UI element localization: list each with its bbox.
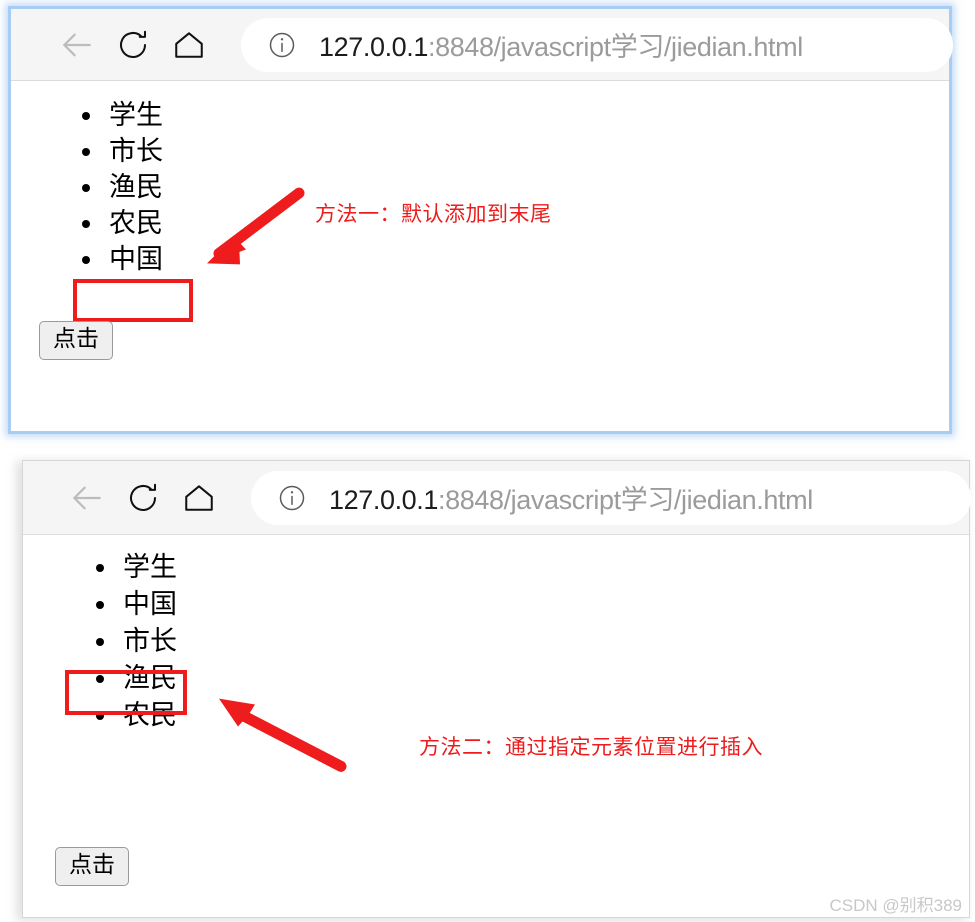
url-host: 127.0.0.1 <box>329 485 439 515</box>
home-button[interactable] <box>171 470 227 526</box>
address-bar[interactable]: 127.0.0.1:8848/javascript学习/jiedian.html <box>251 470 971 525</box>
info-circle-icon[interactable] <box>267 30 297 60</box>
arrow-left-icon <box>68 479 106 517</box>
list-item: 农民 <box>105 206 163 242</box>
back-button[interactable] <box>49 17 105 73</box>
reload-button[interactable] <box>115 470 171 526</box>
url-path: :8848/javascript学习/jiedian.html <box>428 32 803 62</box>
url-host: 127.0.0.1 <box>319 32 429 62</box>
click-button[interactable]: 点击 <box>39 321 113 361</box>
reload-icon <box>115 27 151 63</box>
browser-toolbar: 127.0.0.1:8848/javascript学习/jiedian.html <box>23 461 971 535</box>
reload-button[interactable] <box>105 17 161 73</box>
list-item: 学生 <box>105 98 163 134</box>
list-item: 渔民 <box>105 170 163 206</box>
list-item: 市长 <box>119 623 177 660</box>
address-bar[interactable]: 127.0.0.1:8848/javascript学习/jiedian.html <box>241 17 953 72</box>
list-item: 农民 <box>119 697 177 734</box>
list-item-highlighted: 中国 <box>119 586 177 623</box>
info-circle-icon[interactable] <box>277 483 307 513</box>
item-list: 学生 中国 市长 渔民 农民 <box>95 549 177 734</box>
arrow-icon <box>207 187 305 265</box>
item-list: 学生 市长 渔民 农民 中国 <box>81 98 163 278</box>
annotation-label: 方法一：默认添加到末尾 <box>315 202 552 226</box>
list-item: 学生 <box>119 549 177 586</box>
highlight-box <box>73 279 193 322</box>
back-button[interactable] <box>59 470 115 526</box>
browser-window-method-one: 127.0.0.1:8848/javascript学习/jiedian.html… <box>8 6 953 434</box>
list-item: 渔民 <box>119 660 177 697</box>
reload-icon <box>125 480 161 516</box>
arrow-left-icon <box>58 26 96 64</box>
watermark: CSDN @别积389 <box>829 896 962 915</box>
annotation-label: 方法二：通过指定元素位置进行插入 <box>419 735 763 759</box>
url-path: :8848/javascript学习/jiedian.html <box>438 485 813 515</box>
home-icon <box>171 27 207 63</box>
address-bar-url: 127.0.0.1:8848/javascript学习/jiedian.html <box>329 478 813 517</box>
browser-toolbar: 127.0.0.1:8848/javascript学习/jiedian.html <box>11 9 953 81</box>
browser-window-method-two: 127.0.0.1:8848/javascript学习/jiedian.html… <box>22 460 971 918</box>
page-viewport: 学生 市长 渔民 农民 中国 方法一：默认添加到末尾 点击 <box>11 81 949 430</box>
home-icon <box>181 480 217 516</box>
home-button[interactable] <box>161 17 217 73</box>
list-item: 市长 <box>105 134 163 170</box>
page-viewport: 学生 中国 市长 渔民 农民 方法二：通过指定元素位置进行插入 点击 <box>23 535 969 916</box>
click-button[interactable]: 点击 <box>55 847 129 887</box>
list-item-highlighted: 中国 <box>105 242 163 278</box>
arrow-icon <box>219 698 347 772</box>
address-bar-url: 127.0.0.1:8848/javascript学习/jiedian.html <box>319 25 803 64</box>
